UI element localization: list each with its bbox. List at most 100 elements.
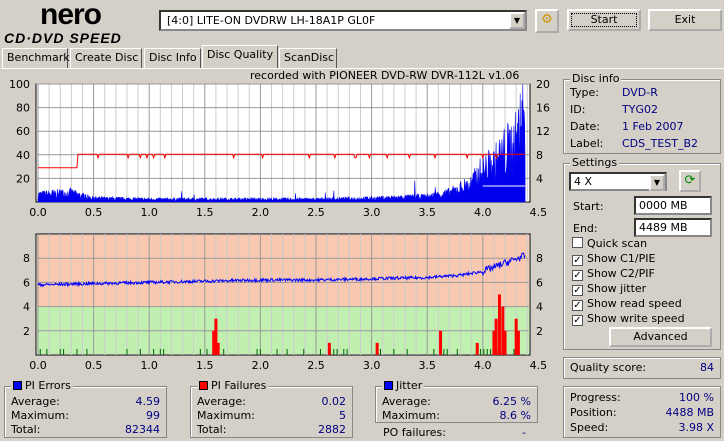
x-tick-label: 3.5 [418,359,436,372]
y2-tick-label: 12 [536,125,550,138]
checkbox-show-c1-pie[interactable]: ✓ Show C1/PIE [572,252,655,266]
speed-value: 4 X [574,175,593,188]
tab-create-disc[interactable]: Create Disc [70,48,142,68]
x-tick-label: 0.5 [85,359,103,372]
speed-readout: 3.98 X [678,421,714,434]
checkbox-label: Quick scan [587,237,648,250]
checkbox-box[interactable]: ✓ [572,300,583,311]
speed-select[interactable]: 4 X ▼ [569,172,667,191]
checkbox-label: Show read speed [587,297,682,310]
pi-errors-group: PI Errors Average: 4.59 Maximum: 99 Total:… [4,379,167,438]
checkbox-box[interactable]: ✓ [572,285,583,296]
pi-failures-bar [375,342,379,355]
y2-tick-label: 8 [536,252,543,265]
avg-value: 0.02 [321,395,347,408]
settings-group: Settings 4 X ▼ ⟳ Start: 0000 MB End: 4489… [563,156,721,350]
progress-value: 100 % [679,391,714,404]
pi-failures-bar [216,342,220,355]
group-title: Disc info [570,72,622,85]
y2-tick-label: 6 [536,276,543,289]
checkbox-label: Show C1/PIE [587,252,656,265]
checkbox-show-write-speed[interactable]: ✓ Show write speed [572,312,685,326]
date-value: 1 Feb 2007 [622,120,684,133]
y-tick-label: 60 [16,125,30,138]
y-tick-label: 8 [23,252,30,265]
avg-label: Average: [197,395,246,408]
end-input[interactable]: 4489 MB [634,218,712,237]
start-input[interactable]: 0000 MB [634,196,712,215]
pi-failures-group: PI Failures Average: 0.02 Maximum: 5 Total… [190,379,353,438]
progress-box: Progress: 100 % Position: 4488 MB Speed: 3.… [563,386,721,438]
disc-info-group: Disc info Type: DVD-R ID: TYG02 Date: 1 Feb… [563,72,721,154]
pi-failures-bar [503,330,507,355]
y-tick-label: 80 [16,102,30,115]
y-tick-label: 20 [16,172,30,185]
refresh-icon[interactable]: ⟳ [679,170,701,192]
max-label: Maximum: [11,409,69,422]
quality-label: Quality score: [570,361,647,374]
checkbox-box[interactable] [572,237,583,248]
type-value: DVD-R [622,86,658,99]
x-tick-label: 4.5 [530,359,548,372]
max-value: 5 [339,409,346,422]
x-tick-label: 3.5 [418,206,436,219]
tab-disc-quality[interactable]: Disc Quality [202,45,278,68]
checkbox-label: Show C2/PIF [587,267,655,280]
group-title: Jitter [396,379,423,392]
tab-scandisc[interactable]: ScanDisc [279,48,337,68]
checkbox-show-c2-pif[interactable]: ✓ Show C2/PIF [572,267,655,281]
y2-tick-label: 20 [536,78,550,91]
max-value: 99 [146,409,160,422]
quality-value: 84 [700,361,714,374]
date-label: Date: [570,120,600,133]
x-tick-label: 1.0 [140,359,158,372]
total-label: Total: [11,423,41,436]
tab-disc-info[interactable]: Disc Info [144,48,201,68]
y-tick-label: 100 [9,78,30,91]
checkbox-quick-scan[interactable]: Quick scan [572,237,647,250]
y-tick-label: 2 [23,325,30,338]
x-tick-label: 3.0 [363,359,381,372]
total-label: Total: [197,423,227,436]
group-title: Settings [570,156,620,169]
progress-label: Progress: [570,391,621,404]
drive-settings-icon[interactable]: ⚙ [535,9,559,33]
label-label: Label: [570,137,604,150]
y-tick-label: 40 [16,149,30,162]
position-label: Position: [570,406,617,419]
checkbox-box[interactable]: ✓ [572,315,583,326]
chevron-down-icon[interactable]: ▼ [649,174,665,191]
checkbox-show-read-speed[interactable]: ✓ Show read speed [572,297,682,311]
checkbox-label: Show write speed [587,312,685,325]
drive-select[interactable]: [4:0] LITE-ON DVDRW LH-18A1P GL0F ▼ [159,10,527,31]
pi-failures-bar [516,330,520,355]
y2-tick-label: 4 [536,172,543,185]
exit-button[interactable]: Exit [648,9,722,31]
label-value: CDS_TEST_B2 [622,137,699,150]
start-button[interactable]: Start [567,9,641,31]
pi-failures-bar [475,342,479,355]
x-tick-label: 3.0 [363,206,381,219]
tab-benchmark[interactable]: Benchmark [2,48,70,68]
checkbox-box[interactable]: ✓ [572,255,583,266]
y-tick-label: 6 [23,276,30,289]
total-value: 2882 [318,423,346,436]
y2-tick-label: 16 [536,102,550,115]
x-tick-label: 0.5 [85,206,103,219]
chevron-down-icon[interactable]: ▼ [509,12,525,29]
avg-value: 4.59 [135,395,161,408]
jitter-group: Jitter Average: 6.25 % Maximum: 8.6 % [375,379,538,423]
type-label: Type: [570,86,599,99]
checkbox-show-jitter[interactable]: ✓ Show jitter [572,282,646,296]
jitter-color-icon [384,381,393,390]
x-tick-label: 2.0 [252,206,270,219]
start-label: Start: [573,200,604,213]
pi-failures-bar [327,342,331,355]
pi-failures-chart: 8 8 6 6 4 4 2 2 0.0 0.5 1.0 1.5 2.0 2.5 3.0 3.5 4.0 4.5 [23,233,548,372]
speed-label: Speed: [570,421,609,434]
checkbox-box[interactable]: ✓ [572,270,583,281]
advanced-button[interactable]: Advanced [609,327,712,347]
group-title: PI Errors [25,379,71,392]
x-tick-label: 1.5 [196,206,214,219]
total-value: 82344 [125,423,160,436]
